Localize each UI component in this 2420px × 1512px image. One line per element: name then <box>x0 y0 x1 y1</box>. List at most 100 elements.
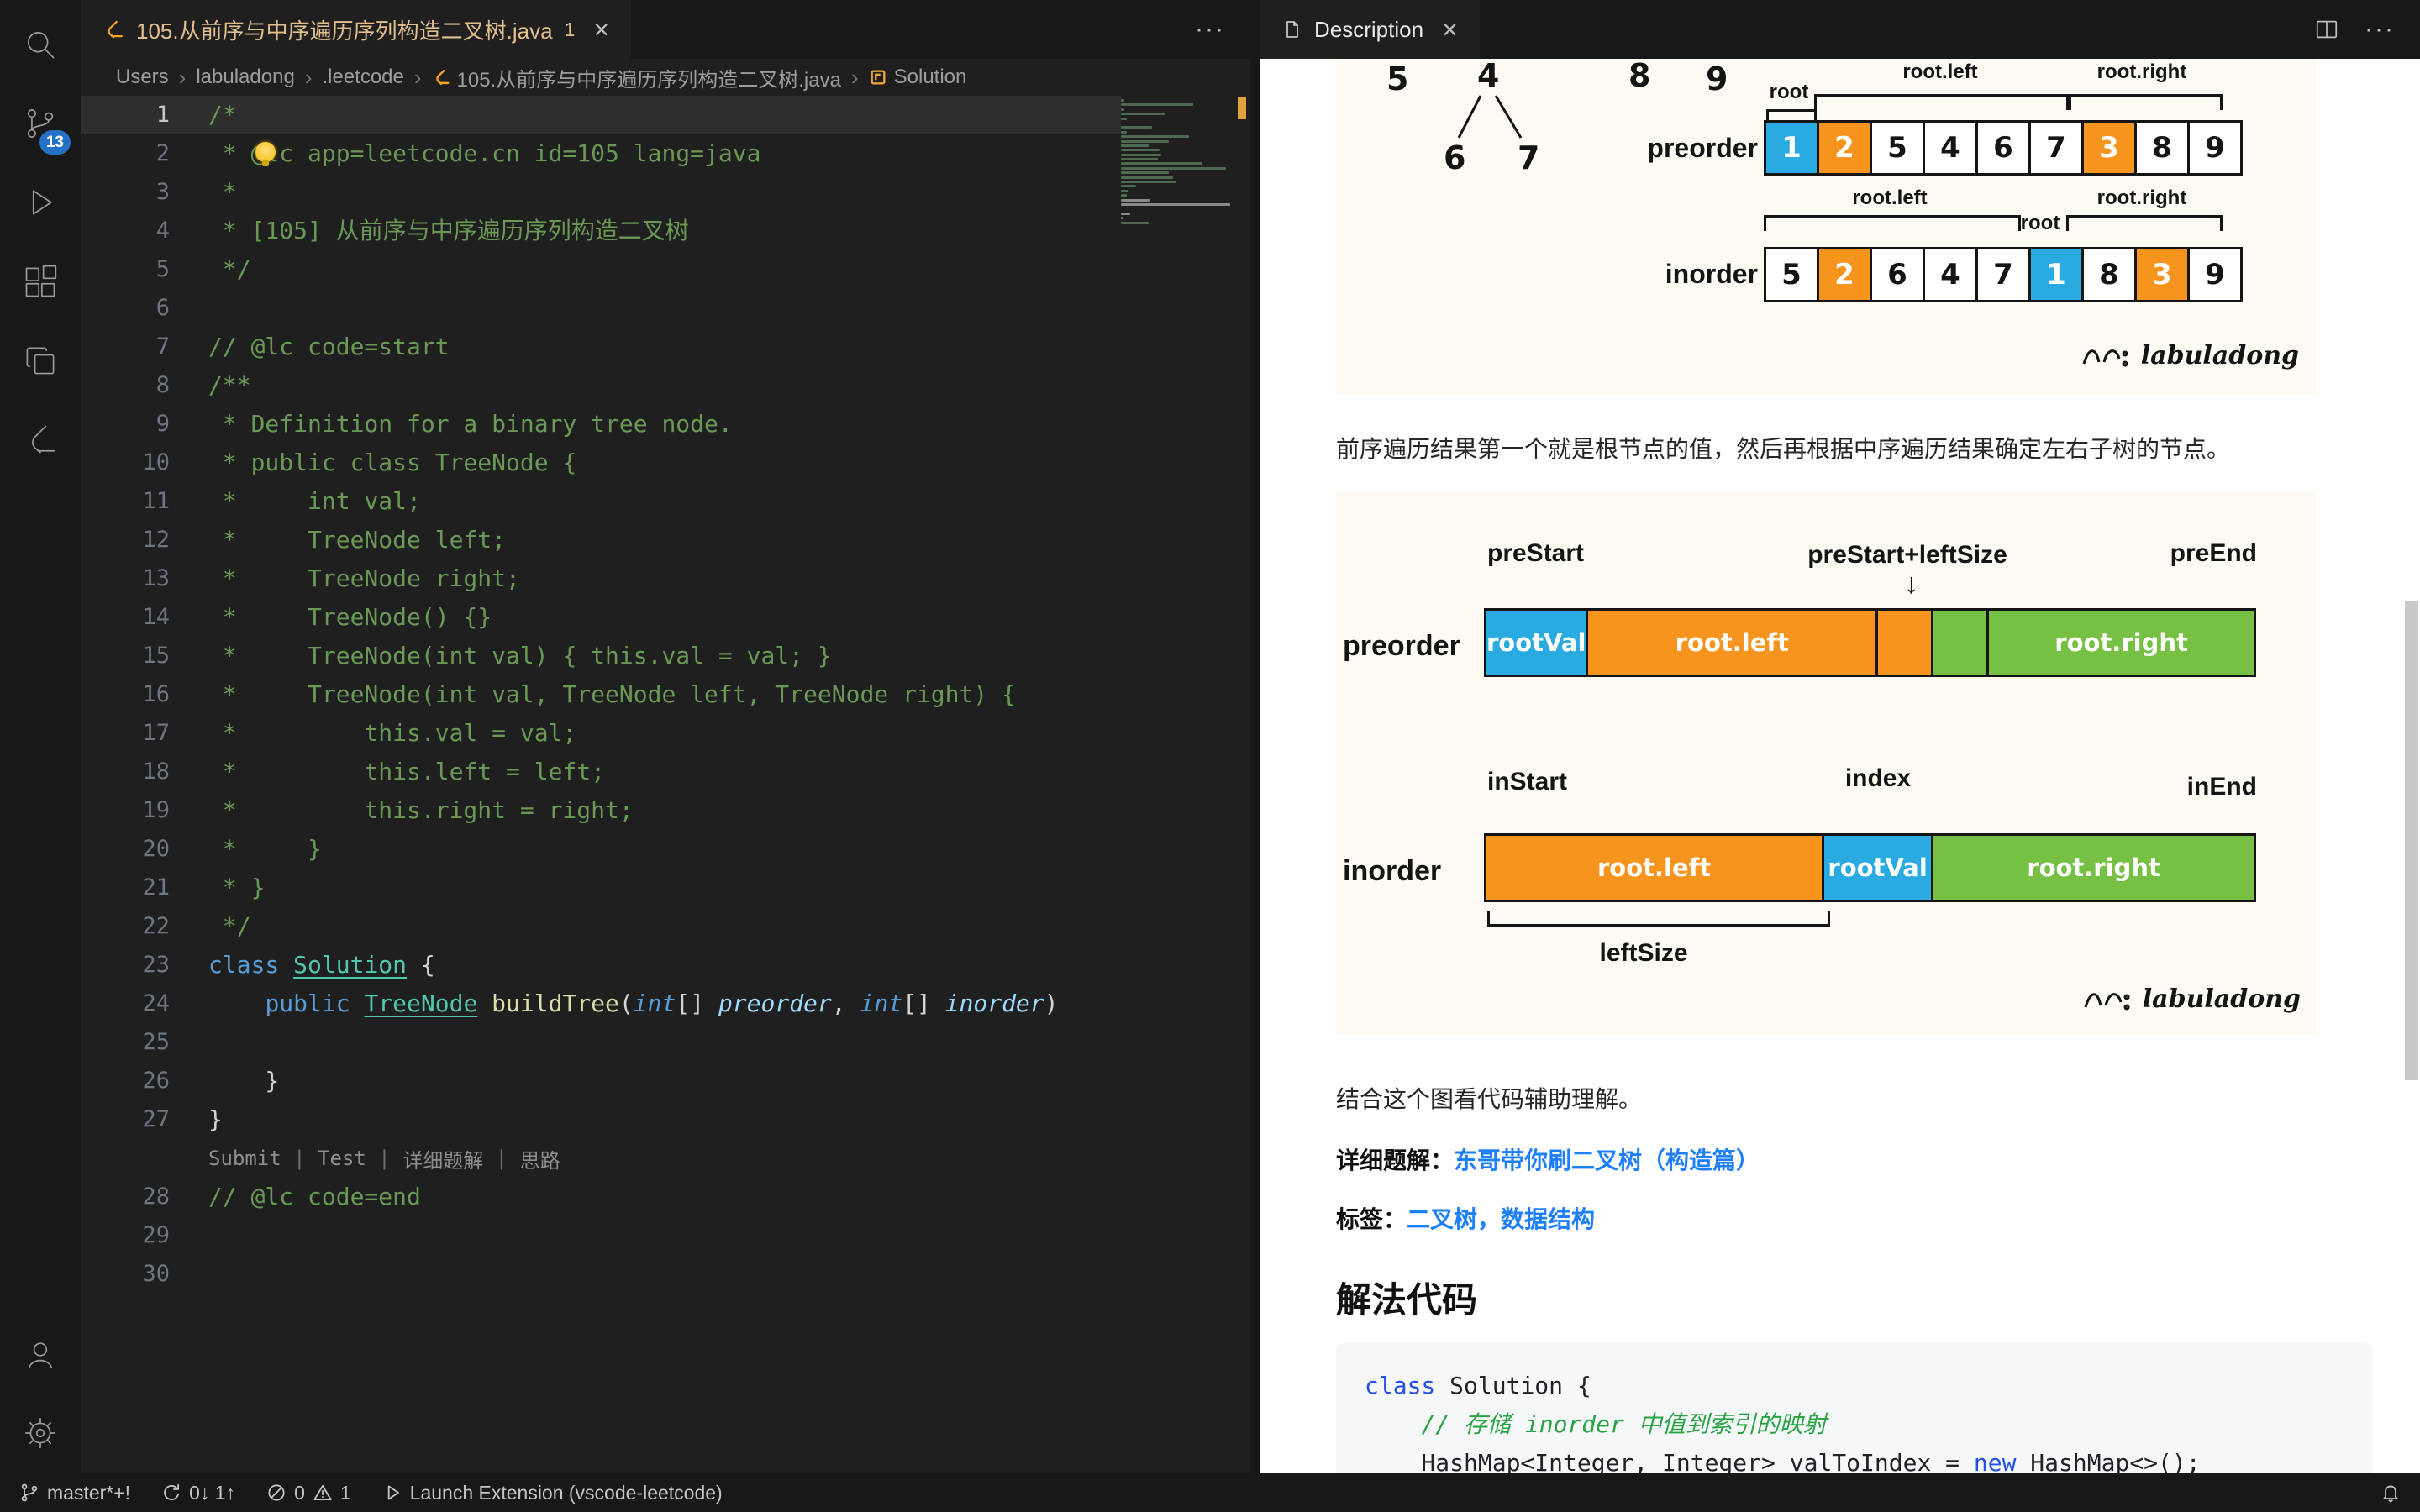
description-panel[interactable]: 5 4 8 9 6 7 root.left root.right root pr… <box>1260 59 2420 1473</box>
codelens-link[interactable]: Test <box>318 1147 366 1170</box>
code-line[interactable]: 8/** <box>81 366 1121 405</box>
code-line[interactable]: 11 * int val; <box>81 482 1121 521</box>
modified-line-marker <box>1238 97 1246 119</box>
array-cell: 2 <box>1817 120 1872 176</box>
code-line[interactable]: 15 * TreeNode(int val) { this.val = val;… <box>81 637 1121 675</box>
code-line[interactable]: 6 <box>81 289 1121 328</box>
breadcrumb-item[interactable]: .leetcode <box>322 66 403 89</box>
source-control-icon[interactable]: 13 <box>0 84 81 163</box>
minimap-line <box>1121 203 1230 206</box>
detail-label: 详细题解： <box>1336 1147 1454 1173</box>
code-line[interactable]: 21 * } <box>81 869 1121 907</box>
problems-status[interactable]: 0 1 <box>266 1482 351 1504</box>
code-block-line: // 存储 inorder 中值到索引的映射 <box>1365 1405 2344 1444</box>
tab-description[interactable]: Description × <box>1260 0 1480 59</box>
run-and-debug-icon[interactable] <box>0 163 81 242</box>
breadcrumb-item[interactable]: labuladong <box>196 66 294 89</box>
code-line[interactable]: 7// @lc code=start <box>81 328 1121 366</box>
line-number: 25 <box>81 1023 170 1062</box>
breadcrumb-item[interactable]: 105.从前序与中序遍历序列构造二叉树.java <box>432 63 841 92</box>
code-line[interactable]: 18 * this.left = left; <box>81 753 1121 791</box>
code-line[interactable]: 12 * TreeNode left; <box>81 521 1121 559</box>
line-number: 17 <box>81 714 170 753</box>
code-line[interactable]: 30 <box>81 1255 1121 1294</box>
vscode-window: 13 <box>0 0 2420 1512</box>
code-editor[interactable]: 1/*2 * @lc app=leetcode.cn id=105 lang=j… <box>81 96 1250 1473</box>
code-line[interactable]: 3 * <box>81 173 1121 212</box>
line-number: 8 <box>81 366 170 405</box>
code-line[interactable]: 17 * this.val = val; <box>81 714 1121 753</box>
array-cell: 9 <box>2187 247 2243 302</box>
label-index: index <box>1805 764 1951 793</box>
more-actions-icon[interactable]: ··· <box>1195 15 1225 44</box>
line-number: 29 <box>81 1216 170 1255</box>
code-line[interactable]: 23class Solution { <box>81 946 1121 984</box>
inorder-bar: root.leftrootValroot.right <box>1484 833 2256 902</box>
code-text: public TreeNode buildTree(int[] preorder… <box>208 984 1059 1023</box>
code-text: * int val; <box>208 482 421 521</box>
split-editor-icon[interactable] <box>2314 17 2339 42</box>
code-text: * TreeNode left; <box>208 521 506 559</box>
breadcrumb-item[interactable]: Solution <box>869 66 967 89</box>
code-line[interactable]: 29 <box>81 1216 1121 1255</box>
code-line[interactable]: 5 */ <box>81 250 1121 289</box>
lightbulb-icon[interactable] <box>255 142 276 162</box>
accounts-icon[interactable] <box>0 1315 81 1394</box>
tab-close-icon[interactable]: × <box>593 14 609 45</box>
tab-close-icon[interactable]: × <box>1442 14 1458 45</box>
code-line[interactable]: 20 * } <box>81 830 1121 869</box>
code-line[interactable]: 28// @lc code=end <box>81 1178 1121 1216</box>
codelens-link[interactable]: 详细题解 <box>402 1144 483 1173</box>
bell-icon[interactable] <box>2380 1482 2402 1504</box>
minimap-line <box>1121 149 1160 151</box>
line-number: 4 <box>81 212 170 250</box>
breadcrumb-separator: › <box>414 65 422 91</box>
label-instart: inStart <box>1487 768 1567 796</box>
editor-group-sash[interactable] <box>1250 0 1260 1473</box>
sync-status[interactable]: 0↓ 1↑ <box>160 1482 235 1504</box>
code-line[interactable]: 26 } <box>81 1062 1121 1100</box>
code-line[interactable]: 27} <box>81 1100 1121 1139</box>
code-line[interactable]: 24 public TreeNode buildTree(int[] preor… <box>81 984 1121 1023</box>
code-line[interactable]: 4 * [105] 从前序与中序遍历序列构造二叉树 <box>81 212 1121 250</box>
tag-link[interactable]: 二叉树 <box>1407 1206 1477 1232</box>
extensions-icon[interactable] <box>0 242 81 321</box>
settings-gear-icon[interactable] <box>0 1394 81 1473</box>
code-line[interactable]: 14 * TreeNode() {} <box>81 598 1121 637</box>
line-number: 7 <box>81 328 170 366</box>
codelens-link[interactable]: 思路 <box>520 1144 560 1173</box>
codelens-separator: | <box>483 1147 519 1170</box>
code-line[interactable]: 1/* <box>81 96 1121 134</box>
launch-task-status[interactable]: Launch Extension (vscode-leetcode) <box>381 1482 723 1504</box>
code-line[interactable]: 25 <box>81 1023 1121 1062</box>
code-line[interactable]: 10 * public class TreeNode { <box>81 444 1121 482</box>
tab-java-file[interactable]: 105.从前序与中序遍历序列构造二叉树.java 1 × <box>81 0 631 59</box>
tag-link[interactable]: 数据结构 <box>1501 1206 1595 1232</box>
line-number: 6 <box>81 289 170 328</box>
code-line[interactable]: 22 */ <box>81 907 1121 946</box>
label-inend: inEnd <box>2126 773 2257 801</box>
solution-article-link[interactable]: 东哥带你刷二叉树（构造篇） <box>1454 1147 1760 1173</box>
remote-explorer-icon[interactable] <box>0 321 81 400</box>
array-cell: 5 <box>1764 247 1819 302</box>
minimap[interactable] <box>1121 99 1234 235</box>
codelens-link[interactable]: Submit <box>208 1147 281 1170</box>
watermark: labuladong <box>2079 341 2299 370</box>
code-line[interactable]: 2 * @lc app=leetcode.cn id=105 lang=java <box>81 134 1121 173</box>
git-branch-status[interactable]: master*+! <box>18 1482 130 1504</box>
description-scrollbar[interactable] <box>2405 601 2418 1080</box>
array-cell: 8 <box>2134 120 2190 176</box>
code-line[interactable]: 13 * TreeNode right; <box>81 559 1121 598</box>
code-text: * this.left = left; <box>208 753 605 791</box>
preorder-bar: rootValroot.leftroot.right <box>1484 608 2256 677</box>
tags-label: 标签： <box>1336 1206 1407 1232</box>
code-line[interactable]: 9 * Definition for a binary tree node. <box>81 405 1121 444</box>
leetcode-icon[interactable] <box>0 400 81 479</box>
detail-solution-line: 详细题解：东哥带你刷二叉树（构造篇） <box>1336 1142 2316 1176</box>
search-icon[interactable] <box>0 5 81 84</box>
breadcrumb-item[interactable]: Users <box>116 66 169 89</box>
more-actions-icon[interactable]: ··· <box>2365 15 2395 44</box>
code-line[interactable]: 16 * TreeNode(int val, TreeNode left, Tr… <box>81 675 1121 714</box>
array-cell: 4 <box>1923 247 1978 302</box>
code-line[interactable]: 19 * this.right = right; <box>81 791 1121 830</box>
